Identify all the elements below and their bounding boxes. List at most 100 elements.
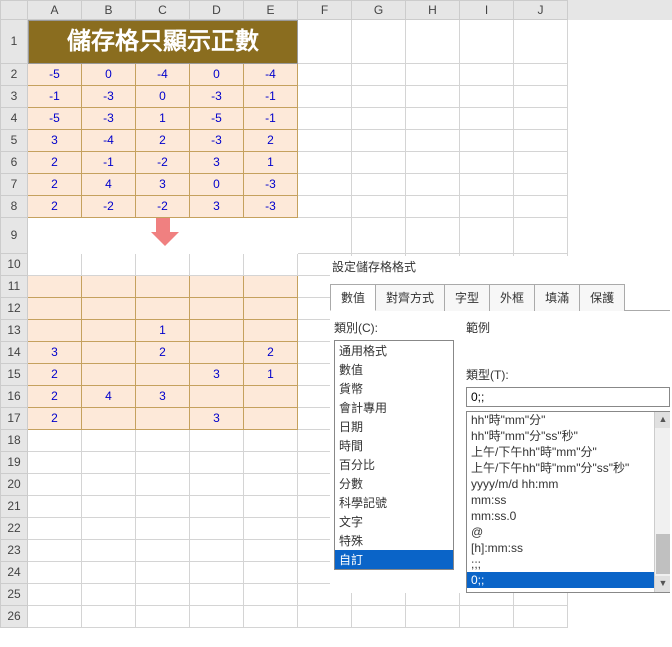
tab-font[interactable]: 字型 — [444, 284, 490, 311]
cell[interactable] — [82, 320, 136, 342]
cell[interactable]: 1 — [136, 108, 190, 130]
cell[interactable] — [136, 496, 190, 518]
cell[interactable]: 3 — [190, 196, 244, 218]
cell[interactable] — [514, 64, 568, 86]
cell[interactable] — [460, 20, 514, 64]
cell[interactable] — [190, 562, 244, 584]
category-item[interactable]: 科學記號 — [335, 493, 453, 512]
cell[interactable] — [298, 218, 352, 254]
category-item[interactable]: 貨幣 — [335, 379, 453, 398]
scroll-down-icon[interactable]: ▼ — [655, 576, 670, 592]
cell[interactable] — [460, 606, 514, 628]
cell[interactable] — [190, 254, 244, 276]
cell[interactable] — [244, 452, 298, 474]
cell[interactable] — [406, 130, 460, 152]
col-header[interactable]: I — [460, 0, 514, 20]
title-cell[interactable]: 儲存格只顯示正數 — [28, 20, 298, 64]
select-all-corner[interactable] — [0, 0, 28, 20]
cell[interactable] — [352, 86, 406, 108]
cell[interactable] — [244, 430, 298, 452]
cell[interactable] — [190, 474, 244, 496]
cell[interactable] — [460, 218, 514, 254]
cell[interactable] — [190, 606, 244, 628]
cell[interactable] — [136, 584, 190, 606]
cell[interactable] — [406, 606, 460, 628]
format-item[interactable]: yyyy/m/d hh:mm — [467, 476, 670, 492]
col-header[interactable]: H — [406, 0, 460, 20]
cell[interactable] — [298, 606, 352, 628]
cell[interactable]: 0 — [82, 64, 136, 86]
cell[interactable] — [82, 430, 136, 452]
col-header[interactable]: E — [244, 0, 298, 20]
cell[interactable] — [514, 86, 568, 108]
cell[interactable] — [406, 174, 460, 196]
format-item[interactable]: 上午/下午hh"時"mm"分" — [467, 444, 670, 460]
cell[interactable] — [190, 540, 244, 562]
format-item[interactable]: mm:ss.0 — [467, 508, 670, 524]
row-header[interactable]: 12 — [0, 298, 28, 320]
category-item[interactable]: 特殊 — [335, 531, 453, 550]
cell[interactable] — [82, 408, 136, 430]
cell[interactable] — [514, 152, 568, 174]
category-item[interactable]: 通用格式 — [335, 341, 453, 360]
cell[interactable] — [244, 496, 298, 518]
cell[interactable] — [460, 196, 514, 218]
cell[interactable]: 3 — [28, 130, 82, 152]
cell[interactable] — [352, 196, 406, 218]
cell[interactable] — [352, 108, 406, 130]
row-header[interactable]: 2 — [0, 64, 28, 86]
cell[interactable]: 2 — [28, 152, 82, 174]
cell[interactable] — [298, 64, 352, 86]
category-item[interactable]: 會計專用 — [335, 398, 453, 417]
cell[interactable] — [352, 218, 406, 254]
tab-number[interactable]: 數值 — [330, 284, 376, 311]
cell[interactable] — [82, 540, 136, 562]
tab-protection[interactable]: 保護 — [579, 284, 625, 311]
cell[interactable] — [190, 518, 244, 540]
cell[interactable] — [136, 364, 190, 386]
cell[interactable]: -1 — [82, 152, 136, 174]
cell[interactable]: 2 — [28, 364, 82, 386]
category-item[interactable]: 自訂 — [335, 550, 453, 569]
cell[interactable]: -1 — [244, 86, 298, 108]
cell[interactable] — [244, 408, 298, 430]
cell[interactable] — [460, 108, 514, 130]
cell[interactable] — [28, 518, 82, 540]
cell[interactable]: 3 — [136, 174, 190, 196]
cell[interactable] — [28, 540, 82, 562]
col-header[interactable]: C — [136, 0, 190, 20]
cell[interactable] — [28, 606, 82, 628]
cell[interactable]: -3 — [82, 108, 136, 130]
cell[interactable] — [190, 298, 244, 320]
cell[interactable] — [514, 130, 568, 152]
cell[interactable] — [82, 364, 136, 386]
cell[interactable] — [244, 386, 298, 408]
row-header[interactable]: 15 — [0, 364, 28, 386]
row-header[interactable]: 7 — [0, 174, 28, 196]
format-item[interactable]: hh"時"mm"分"ss"秒" — [467, 428, 670, 444]
row-header[interactable]: 22 — [0, 518, 28, 540]
cell[interactable] — [136, 474, 190, 496]
cell[interactable] — [244, 320, 298, 342]
cell[interactable] — [28, 452, 82, 474]
format-item[interactable]: [h]:mm:ss — [467, 540, 670, 556]
cell[interactable] — [460, 174, 514, 196]
cell[interactable] — [190, 452, 244, 474]
cell[interactable] — [406, 86, 460, 108]
cell[interactable]: -5 — [190, 108, 244, 130]
cell[interactable] — [82, 276, 136, 298]
format-item[interactable]: ;;; — [467, 556, 670, 572]
cell[interactable]: -3 — [244, 174, 298, 196]
tab-fill[interactable]: 填滿 — [534, 284, 580, 311]
cell[interactable] — [28, 320, 82, 342]
row-header[interactable]: 6 — [0, 152, 28, 174]
cell[interactable] — [244, 254, 298, 276]
cell[interactable]: 4 — [82, 386, 136, 408]
cell[interactable] — [514, 218, 568, 254]
cell[interactable]: -1 — [28, 86, 82, 108]
cell[interactable] — [352, 174, 406, 196]
cell[interactable] — [298, 20, 352, 64]
cell[interactable]: 0 — [190, 64, 244, 86]
cell[interactable]: -5 — [28, 108, 82, 130]
cell[interactable] — [244, 518, 298, 540]
